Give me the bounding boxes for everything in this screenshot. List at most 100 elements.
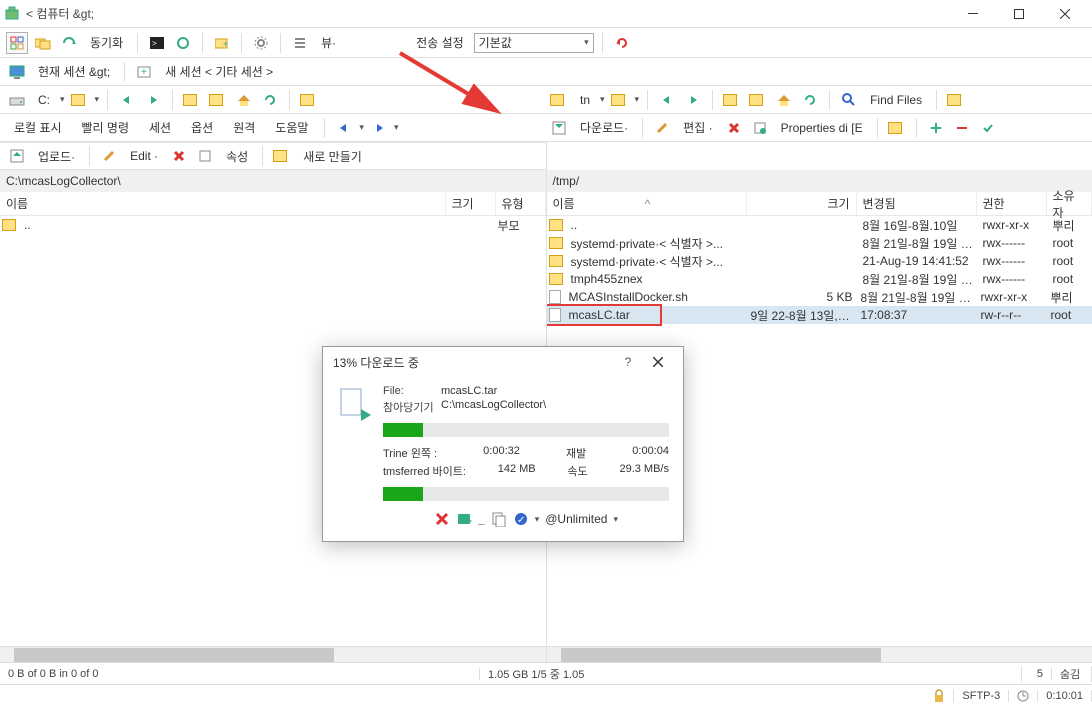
bookmark-left-icon[interactable] [298, 89, 320, 111]
folder-plus-icon[interactable]: + [211, 32, 233, 54]
list-item[interactable]: ..8월 16일-8월.10일rwxr-xr-x뿌리 [547, 216, 1092, 234]
find-files-icon[interactable] [838, 89, 860, 111]
item-perm: rwxr-xr-x [977, 290, 1047, 304]
folder-up-icon[interactable] [181, 89, 203, 111]
list-item[interactable]: tmph455znex8월 21일-8월 19일 14:53:23rwx----… [547, 270, 1092, 288]
remote-path-bar: /tmp/ [547, 170, 1092, 192]
reload-icon[interactable] [611, 32, 633, 54]
current-session-tab[interactable]: 현재 세션 &gt; [38, 63, 110, 80]
refresh-left-icon[interactable] [259, 89, 281, 111]
nav-fwd-icon[interactable] [368, 117, 390, 139]
list-item[interactable]: systemd·private·< 식별자 >...21-Aug-19 14:4… [547, 252, 1092, 270]
folder-new-icon[interactable] [207, 89, 229, 111]
menu-remote[interactable]: 원격 [225, 117, 263, 138]
open-folder-icon[interactable] [69, 89, 91, 111]
back-icon[interactable] [116, 89, 138, 111]
dash-icon[interactable]: _ [478, 512, 485, 526]
forward-icon[interactable] [142, 89, 164, 111]
col-owner[interactable]: 소유자 [1047, 192, 1092, 215]
download-label[interactable]: 다운로드· [580, 119, 628, 136]
newfolder-local-label[interactable]: 새로 만들기 [303, 148, 362, 165]
edit-local-label[interactable]: Edit · [130, 149, 158, 163]
sync2-icon[interactable] [172, 32, 194, 54]
edit-remote-label[interactable]: 편집 · [683, 119, 712, 136]
delete-local-icon[interactable] [168, 145, 190, 167]
menu-options[interactable]: 옵션 [183, 117, 221, 138]
speed-limit-icon[interactable]: ✓ [513, 511, 529, 527]
queue-icon[interactable] [289, 32, 311, 54]
col-size[interactable]: 크기 [446, 192, 496, 215]
minus-icon[interactable] [951, 117, 973, 139]
col-size[interactable]: 크기 [747, 192, 857, 215]
open-remote-icon[interactable] [609, 89, 631, 111]
minimize-button[interactable] [950, 0, 996, 28]
col-changed[interactable]: 변경됨 [857, 192, 977, 215]
home-icon[interactable] [233, 89, 255, 111]
props-remote-label[interactable]: Properties di [E [781, 121, 863, 135]
col-perm[interactable]: 권한 [977, 192, 1047, 215]
gear-icon[interactable] [250, 32, 272, 54]
find-files-label[interactable]: Find Files [870, 93, 922, 107]
item-name: MCASInstallDocker.sh [565, 290, 747, 304]
transfer-preset-combo[interactable]: 기본값 [474, 33, 594, 53]
bookmark-remote-icon[interactable] [945, 89, 967, 111]
dialog-close-button[interactable] [643, 347, 673, 377]
upload-label[interactable]: 업로드· [38, 148, 75, 165]
col-name[interactable]: 이름 [0, 192, 446, 215]
props-local-icon[interactable] [194, 145, 216, 167]
cancel-transfer-icon[interactable] [434, 511, 450, 527]
close-button[interactable] [1042, 0, 1088, 28]
folder-new-remote-icon[interactable] [747, 89, 769, 111]
menu-rename[interactable]: 빨리 명령 [74, 117, 138, 138]
list-item[interactable]: systemd·private·< 식별자 >...8월 21일-8월 19일 … [547, 234, 1092, 252]
monitor-icon[interactable] [6, 61, 28, 83]
forward-remote-icon[interactable] [682, 89, 704, 111]
list-item[interactable]: .. 부모 [0, 216, 546, 234]
window-controls [950, 0, 1088, 28]
edit-local-icon[interactable] [98, 145, 120, 167]
drive-icon[interactable] [6, 89, 28, 111]
folders-icon[interactable] [32, 32, 54, 54]
maximize-button[interactable] [996, 0, 1042, 28]
refresh-remote-icon[interactable] [799, 89, 821, 111]
props-remote-icon[interactable] [749, 117, 771, 139]
terminal-icon[interactable]: > [146, 32, 168, 54]
menu-session[interactable]: 세션 [141, 117, 179, 138]
col-name[interactable]: 이름^ [547, 192, 747, 215]
new-session-label[interactable]: 새 세션 < 기타 세션 > [165, 63, 273, 80]
sync-label[interactable]: 동기화 [90, 34, 123, 51]
upload-icon[interactable] [6, 145, 28, 167]
nav-back-icon[interactable] [333, 117, 355, 139]
folder-up-remote-icon[interactable] [721, 89, 743, 111]
download-icon[interactable] [548, 117, 570, 139]
col-type[interactable]: 유형 [496, 192, 546, 215]
list-item[interactable]: MCASInstallDocker.sh5 KB8월 21일-8월 19일 14… [547, 288, 1092, 306]
copy-icon[interactable] [491, 511, 507, 527]
check-icon[interactable] [977, 117, 999, 139]
plus-icon[interactable] [925, 117, 947, 139]
home-remote-icon[interactable] [773, 89, 795, 111]
unlimited-label[interactable]: @Unlimited [545, 512, 607, 526]
menu-local-display[interactable]: 로컬 표시 [6, 117, 70, 138]
newfolder-local-icon[interactable] [271, 145, 293, 167]
minimize-transfer-icon[interactable] [456, 511, 472, 527]
props-local-label[interactable]: 속성 [226, 148, 248, 165]
view-label[interactable]: 뷰· [321, 34, 336, 51]
menu-help[interactable]: 도움말 [267, 117, 316, 138]
edit-remote-icon[interactable] [651, 117, 673, 139]
item-perm: rwx------ [979, 254, 1049, 268]
local-scrollbar[interactable] [0, 646, 546, 662]
remote-path-label[interactable]: tn [580, 93, 590, 107]
delete-icon[interactable] [723, 117, 745, 139]
sync-icon[interactable] [58, 32, 80, 54]
back-remote-icon[interactable] [656, 89, 678, 111]
new-session-icon[interactable]: + [133, 61, 155, 83]
drive-label[interactable]: C: [38, 93, 50, 107]
remote-scrollbar[interactable] [547, 646, 1092, 662]
newfolder-remote-icon[interactable] [886, 117, 908, 139]
list-item[interactable]: mcasLC.tar9일 22-8월 13일,4…17:08:37rw-r--r… [547, 306, 1092, 324]
grid-icon[interactable] [6, 32, 28, 54]
dialog-help-button[interactable]: ? [613, 347, 643, 377]
remote-folder-icon[interactable] [548, 89, 570, 111]
session-time: 0:10:01 [1038, 690, 1092, 702]
